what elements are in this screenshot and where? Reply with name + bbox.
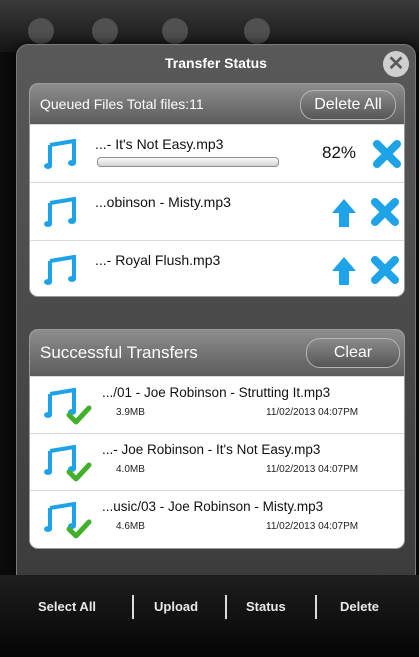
music-note-icon (44, 196, 78, 232)
music-note-icon (44, 138, 78, 174)
transfer-row[interactable]: ...- Joe Robinson - It's Not Easy.mp3 4.… (30, 433, 404, 490)
successful-transfers-section: Successful Transfers Clear .../01 - Joe … (29, 329, 405, 549)
toolbar-icon (28, 18, 54, 44)
upload-arrow-icon[interactable] (330, 255, 358, 292)
toolbar-icon (244, 18, 270, 44)
queued-files-label: Queued Files Total files:11 (40, 96, 204, 112)
upload-progress-bar (97, 157, 279, 167)
toolbar-divider (225, 595, 227, 619)
transfer-file-name: ...usic/03 - Joe Robinson - Misty.mp3 (102, 499, 324, 514)
select-all-button[interactable]: Select All (38, 599, 96, 614)
dialog-title: Transfer Status (165, 55, 267, 71)
queued-file-name: ...obinson - Misty.mp3 (95, 194, 231, 210)
queued-file-name: ...- Royal Flush.mp3 (95, 252, 221, 268)
bottom-toolbar: Select All Upload Status Delete (0, 575, 419, 657)
music-note-icon (44, 254, 78, 290)
transfer-date: 11/02/2013 04:07PM (266, 521, 359, 532)
transfer-file-size: 4.6MB (116, 521, 145, 532)
check-icon (66, 462, 92, 487)
upload-progress-percent: 82% (322, 143, 357, 162)
queued-files-header: Queued Files Total files:11 Delete All (30, 84, 404, 124)
transfer-file-name: ...- Joe Robinson - It's Not Easy.mp3 (102, 442, 321, 457)
check-icon (66, 405, 92, 430)
successful-transfers-label: Successful Transfers (40, 343, 198, 362)
remove-icon[interactable] (370, 255, 400, 290)
toolbar-icon (162, 18, 188, 44)
toolbar-divider (315, 595, 317, 619)
queued-row[interactable]: ...obinson - Misty.mp3 (30, 182, 404, 240)
transfer-status-dialog: Transfer Status ✕ Queued Files Total fil… (16, 44, 416, 586)
successful-transfers-header: Successful Transfers Clear (30, 330, 404, 376)
toolbar-icon (92, 18, 118, 44)
upload-button[interactable]: Upload (154, 599, 198, 614)
transfer-date: 11/02/2013 04:07PM (266, 407, 359, 418)
transfer-file-name: .../01 - Joe Robinson - Strutting It.mp3 (102, 385, 331, 400)
clear-button[interactable]: Clear (306, 338, 400, 368)
close-icon[interactable]: ✕ (383, 51, 409, 77)
transfer-date: 11/02/2013 04:07PM (266, 464, 359, 475)
remove-icon[interactable] (372, 139, 402, 174)
queued-row[interactable]: ...- It's Not Easy.mp3 82% (30, 124, 404, 182)
delete-button[interactable]: Delete (340, 599, 379, 614)
queued-files-section: Queued Files Total files:11 Delete All .… (29, 83, 405, 297)
transfer-row[interactable]: .../01 - Joe Robinson - Strutting It.mp3… (30, 376, 404, 433)
status-button[interactable]: Status (246, 599, 286, 614)
transfer-row[interactable]: ...usic/03 - Joe Robinson - Misty.mp3 4.… (30, 490, 404, 547)
transfer-file-size: 3.9MB (116, 407, 145, 418)
check-icon (66, 519, 92, 544)
remove-icon[interactable] (370, 197, 400, 232)
queued-row[interactable]: ...- Royal Flush.mp3 (30, 240, 404, 296)
upload-arrow-icon[interactable] (330, 197, 358, 234)
toolbar-divider (132, 595, 134, 619)
transfer-file-size: 4.0MB (116, 464, 145, 475)
delete-all-button[interactable]: Delete All (300, 90, 396, 120)
queued-file-name: ...- It's Not Easy.mp3 (95, 136, 224, 152)
